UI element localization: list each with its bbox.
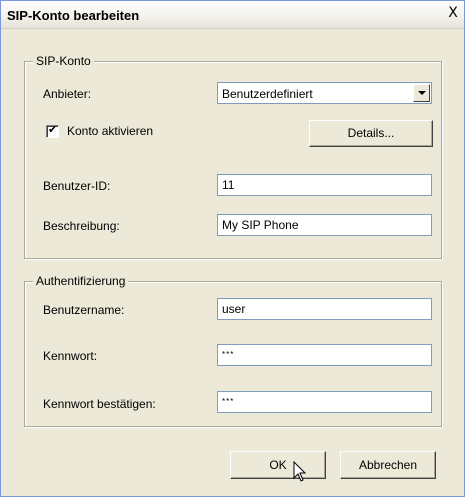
activate-account-label[interactable]: Konto aktivieren: [67, 124, 153, 138]
provider-label: Anbieter:: [43, 87, 92, 101]
user-id-label: Benutzer-ID:: [43, 179, 111, 193]
chevron-down-icon[interactable]: [413, 84, 430, 102]
provider-select-value: Benutzerdefiniert: [222, 87, 313, 101]
description-field[interactable]: My SIP Phone: [217, 214, 432, 236]
cancel-button-label: Abbrechen: [358, 458, 418, 472]
dialog-window: SIP-Konto bearbeiten X SIP-Konto Anbiete…: [0, 0, 465, 497]
details-button-label: Details...: [347, 126, 395, 140]
title-bar: SIP-Konto bearbeiten X: [1, 1, 464, 29]
confirm-password-label: Kennwort bestätigen:: [43, 397, 156, 411]
username-field[interactable]: user: [217, 298, 432, 320]
password-label: Kennwort:: [43, 349, 98, 363]
mouse-pointer-icon: [293, 461, 307, 482]
activate-account-checkbox[interactable]: [46, 123, 59, 138]
provider-select[interactable]: Benutzerdefiniert: [217, 82, 432, 104]
sip-account-group-title: SIP-Konto: [33, 54, 94, 68]
confirm-password-field[interactable]: ***: [217, 391, 432, 413]
close-button[interactable]: X: [444, 4, 462, 22]
cancel-button[interactable]: Abbrechen: [340, 451, 436, 479]
auth-group-title: Authentifizierung: [33, 274, 129, 288]
username-label: Benutzername:: [43, 303, 125, 317]
password-field[interactable]: ***: [217, 344, 432, 366]
ok-button-label: OK: [269, 458, 287, 472]
description-label: Beschreibung:: [43, 219, 120, 233]
details-button[interactable]: Details...: [309, 120, 433, 147]
ok-button[interactable]: OK: [230, 451, 326, 479]
window-title: SIP-Konto bearbeiten: [7, 8, 140, 23]
user-id-field[interactable]: 11: [217, 174, 432, 196]
